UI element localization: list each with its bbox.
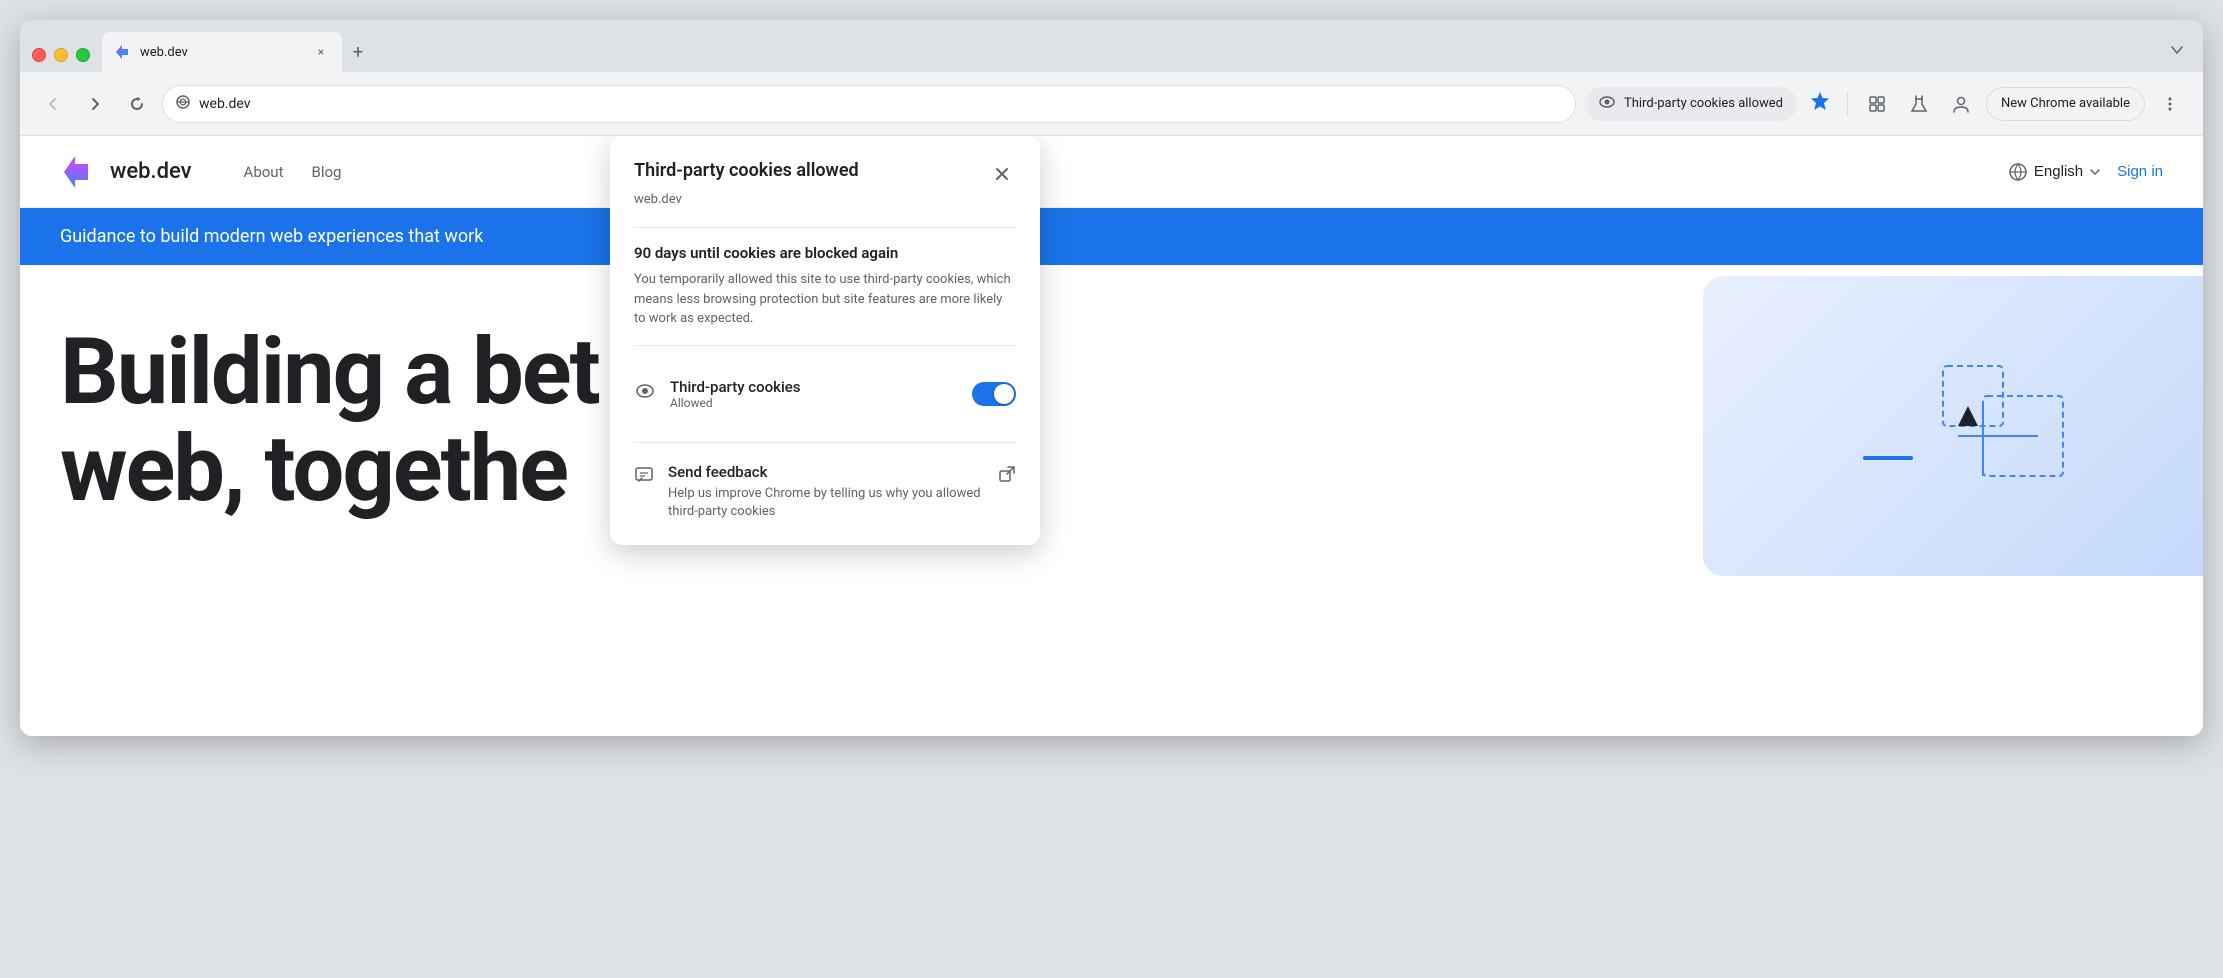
minimize-window-button[interactable] bbox=[54, 48, 68, 62]
feedback-left: Send feedback Help us improve Chrome by … bbox=[634, 463, 998, 521]
address-bar[interactable]: web.dev bbox=[162, 85, 1576, 123]
toggle-label-group: Third-party cookies Allowed bbox=[634, 378, 801, 410]
star-icon bbox=[1809, 90, 1831, 112]
toolbar-separator bbox=[1847, 92, 1848, 116]
site-logo-text: web.dev bbox=[110, 159, 192, 184]
hero-banner-text: Guidance to build modern web experiences… bbox=[60, 226, 483, 247]
eye-icon-popup bbox=[634, 380, 656, 402]
address-url: web.dev bbox=[199, 96, 1563, 112]
nav-blog-link[interactable]: Blog bbox=[312, 163, 342, 181]
more-vertical-icon bbox=[2161, 95, 2179, 113]
toggle-label: Third-party cookies bbox=[670, 378, 801, 396]
labs-button[interactable] bbox=[1902, 87, 1936, 121]
feedback-text: Help us improve Chrome by telling us why… bbox=[668, 485, 998, 521]
popup-warning-text: You temporarily allowed this site to use… bbox=[634, 270, 1016, 329]
cookies-badge-button[interactable]: Third-party cookies allowed bbox=[1584, 87, 1797, 121]
more-menu-button[interactable] bbox=[2153, 87, 2187, 121]
site-nav-right: English Sign in bbox=[2008, 162, 2163, 182]
bookmark-button[interactable] bbox=[1805, 86, 1835, 122]
new-chrome-button[interactable]: New Chrome available bbox=[1986, 87, 2145, 121]
page-illustration bbox=[1703, 276, 2203, 576]
reload-button[interactable] bbox=[120, 87, 154, 121]
cookies-badge-text: Third-party cookies allowed bbox=[1624, 96, 1783, 111]
site-logo: web.dev bbox=[60, 152, 192, 192]
site-nav: web.dev About Blog English bbox=[20, 136, 2203, 208]
back-icon bbox=[44, 95, 62, 113]
site-nav-links: About Blog bbox=[244, 163, 342, 181]
feedback-row: Send feedback Help us improve Chrome by … bbox=[634, 459, 1016, 521]
tab-bar-right bbox=[2163, 36, 2191, 72]
popup-divider-2 bbox=[634, 345, 1016, 346]
forward-button[interactable] bbox=[78, 87, 112, 121]
toggle-knob bbox=[994, 384, 1014, 404]
reload-icon bbox=[128, 95, 146, 113]
feedback-icon bbox=[634, 465, 654, 490]
active-tab[interactable]: web.dev × bbox=[102, 32, 342, 72]
labs-icon bbox=[1909, 94, 1929, 114]
tab-dropdown-button[interactable] bbox=[2163, 36, 2191, 64]
hero-banner: Guidance to build modern web experiences… bbox=[20, 208, 2203, 265]
cookies-popup: Third-party cookies allowed web.dev 90 d… bbox=[610, 136, 1040, 545]
webdev-logo-icon bbox=[60, 152, 100, 192]
cookies-toggle-switch[interactable] bbox=[972, 382, 1016, 406]
profile-button[interactable] bbox=[1944, 87, 1978, 121]
extensions-icon bbox=[1867, 94, 1887, 114]
forward-icon bbox=[86, 95, 104, 113]
popup-header: Third-party cookies allowed bbox=[634, 160, 1016, 188]
new-tab-button[interactable]: + bbox=[342, 36, 374, 68]
address-bar-icon bbox=[175, 94, 191, 114]
toggle-text-group: Third-party cookies Allowed bbox=[670, 378, 801, 410]
external-link-svg bbox=[998, 465, 1016, 483]
cookie-eye-icon bbox=[634, 380, 656, 408]
toolbar: web.dev Third-party cookies allowed bbox=[20, 72, 2203, 136]
sign-in-button[interactable]: Sign in bbox=[2117, 163, 2163, 180]
page-content: web.dev About Blog English bbox=[20, 136, 2203, 736]
language-label: English bbox=[2034, 163, 2083, 180]
popup-warning-title: 90 days until cookies are blocked again bbox=[634, 244, 1016, 262]
lang-dropdown-icon bbox=[2089, 166, 2101, 178]
popup-close-button[interactable] bbox=[988, 160, 1016, 188]
nav-about-link[interactable]: About bbox=[244, 163, 284, 181]
feedback-text-group: Send feedback Help us improve Chrome by … bbox=[668, 463, 998, 521]
tab-bar: web.dev × + bbox=[20, 20, 2203, 72]
profile-icon bbox=[1951, 94, 1971, 114]
extensions-button[interactable] bbox=[1860, 87, 1894, 121]
page-illustration-svg bbox=[1803, 326, 2103, 526]
feedback-chat-icon bbox=[634, 465, 654, 485]
toggle-sublabel: Allowed bbox=[670, 396, 801, 410]
site-settings-icon bbox=[175, 94, 191, 110]
new-chrome-label: New Chrome available bbox=[2001, 96, 2130, 111]
eye-icon-svg bbox=[1598, 93, 1616, 111]
eye-icon bbox=[1598, 93, 1616, 115]
tab-close-button[interactable]: × bbox=[312, 43, 330, 61]
maximize-window-button[interactable] bbox=[76, 48, 90, 62]
traffic-lights bbox=[32, 48, 90, 72]
cookies-toggle-row: Third-party cookies Allowed bbox=[634, 362, 1016, 426]
browser-window: web.dev × + bbox=[20, 20, 2203, 736]
popup-close-icon bbox=[994, 166, 1010, 182]
chevron-down-icon bbox=[2170, 43, 2184, 57]
popup-title: Third-party cookies allowed bbox=[634, 160, 859, 181]
close-window-button[interactable] bbox=[32, 48, 46, 62]
globe-icon bbox=[2008, 162, 2028, 182]
tab-title: web.dev bbox=[140, 45, 304, 60]
back-button[interactable] bbox=[36, 87, 70, 121]
tab-favicon-icon bbox=[114, 43, 132, 61]
popup-divider-3 bbox=[634, 442, 1016, 443]
popup-divider-1 bbox=[634, 227, 1016, 228]
language-button[interactable]: English bbox=[2008, 162, 2101, 182]
popup-domain: web.dev bbox=[634, 192, 1016, 207]
feedback-title: Send feedback bbox=[668, 463, 998, 481]
external-link-icon[interactable] bbox=[998, 465, 1016, 488]
